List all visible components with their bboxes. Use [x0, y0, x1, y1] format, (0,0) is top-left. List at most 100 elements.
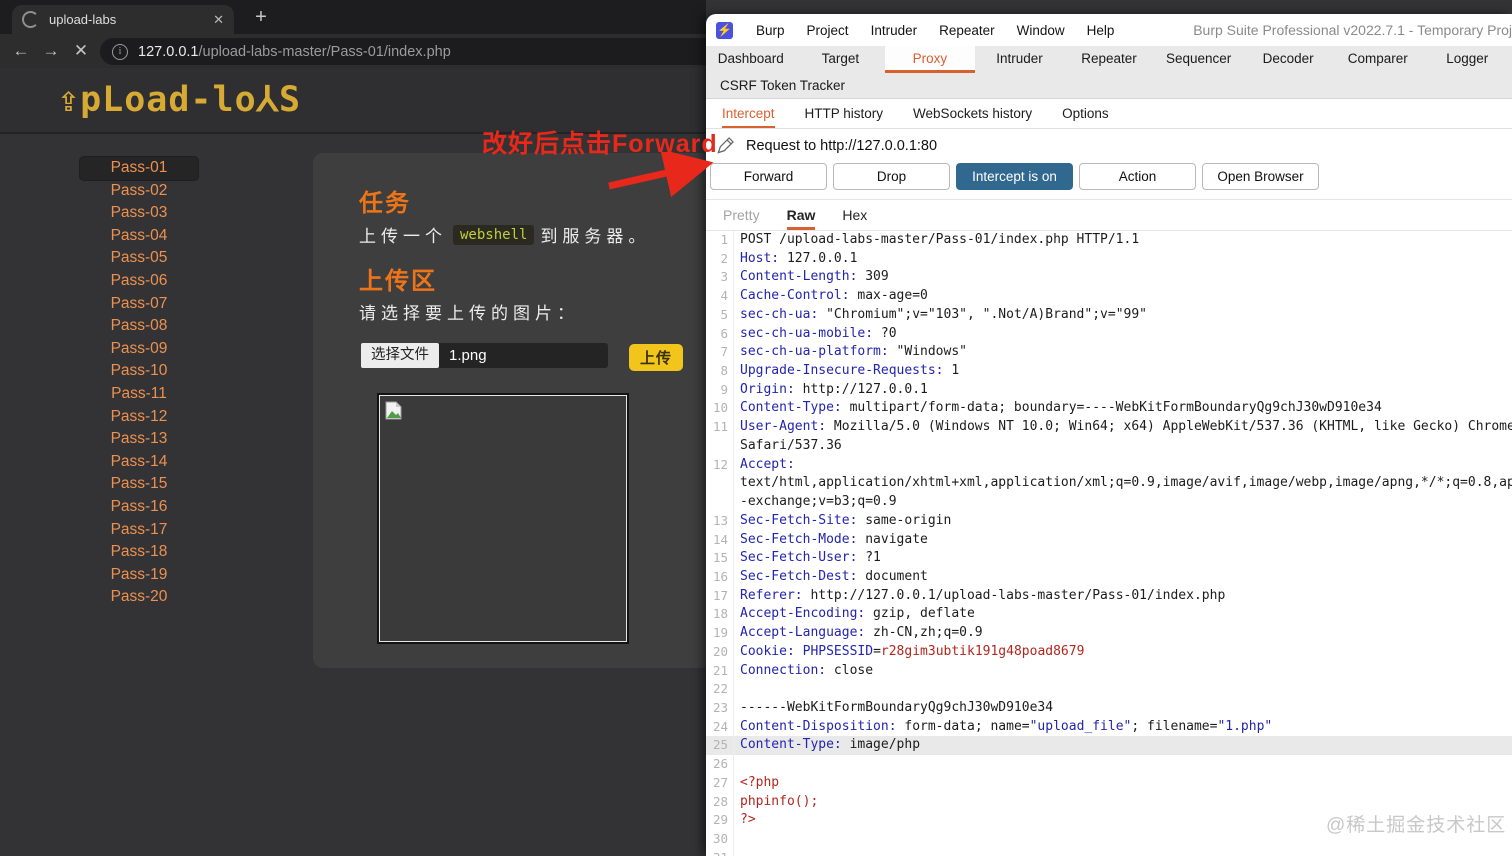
line-number: 24 — [706, 717, 734, 737]
burp-menu-bar: ⚡ Burp Project Intruder Repeater Window Help … — [706, 14, 1512, 46]
request-line: 11 User-Agent: Mozilla/5.0 (Windows NT 10… — [706, 418, 1512, 437]
line-content: Referer: http://127.0.0.1/upload-labs-ma… — [740, 587, 1226, 603]
request-line: 16 Sec-Fetch-Dest: document — [706, 567, 1512, 587]
tab-close-icon[interactable]: ✕ — [213, 12, 224, 28]
sidebar-item-pass-19[interactable]: Pass-19 — [80, 564, 198, 587]
line-number: 16 — [706, 567, 734, 587]
request-label: Request to http://127.0.0.1:80 — [746, 137, 938, 154]
tab-sequencer[interactable]: Sequencer — [1154, 46, 1244, 73]
line-content: <?php — [740, 774, 780, 790]
pencil-icon[interactable] — [716, 136, 735, 155]
sidebar-item-pass-12[interactable]: Pass-12 — [80, 406, 198, 429]
line-number: 26 — [706, 755, 734, 774]
tab-dashboard[interactable]: Dashboard — [706, 46, 796, 73]
sidebar-item-pass-05[interactable]: Pass-05 — [80, 247, 198, 270]
viewtab-hex[interactable]: Hex — [842, 200, 867, 230]
line-content: Content-Length: 309 — [740, 269, 889, 285]
sidebar-item-pass-18[interactable]: Pass-18 — [80, 541, 198, 564]
tab-comparer[interactable]: Comparer — [1333, 46, 1423, 73]
line-number: 17 — [706, 586, 734, 606]
tab-repeater[interactable]: Repeater — [1064, 46, 1154, 73]
subtab-websockets-history[interactable]: WebSockets history — [913, 99, 1032, 128]
request-line: 2 Host: 127.0.0.1 — [706, 249, 1512, 269]
line-content: Content-Type: image/php — [740, 737, 921, 753]
tab-target[interactable]: Target — [796, 46, 886, 73]
intercept-is-on-button[interactable]: Intercept is on — [956, 163, 1073, 190]
sidebar-item-pass-06[interactable]: Pass-06 — [80, 270, 198, 293]
drop-button[interactable]: Drop — [833, 163, 950, 190]
sidebar-item-pass-01[interactable]: Pass-01 — [80, 157, 198, 180]
sidebar-item-pass-20[interactable]: Pass-20 — [80, 586, 198, 609]
request-line: 3 Content-Length: 309 — [706, 268, 1512, 288]
line-number: 29 — [706, 811, 734, 830]
line-content: Cache-Control: max-age=0 — [740, 288, 928, 304]
line-content: Origin: http://127.0.0.1 — [740, 381, 928, 397]
request-line: 22 — [706, 680, 1512, 699]
line-number: 31 — [706, 848, 734, 856]
browser-tab[interactable]: upload-labs ✕ — [12, 5, 234, 34]
line-content: Safari/537.36 — [740, 437, 842, 453]
menu-window[interactable]: Window — [1006, 23, 1076, 38]
sidebar-item-pass-15[interactable]: Pass-15 — [80, 473, 198, 496]
url-bar[interactable]: i 127.0.0.1/upload-labs-master/Pass-01/i… — [100, 38, 706, 65]
browser-tab-strip: upload-labs ✕ + — [0, 0, 706, 34]
line-number: 11 — [706, 418, 734, 437]
line-number — [706, 474, 734, 494]
url-path: /upload-labs-master/Pass-01/index.php — [198, 43, 451, 60]
upload-button[interactable]: 上传 — [629, 344, 684, 371]
line-number: 12 — [706, 455, 734, 475]
sidebar-item-pass-13[interactable]: Pass-13 — [80, 428, 198, 451]
line-number: 28 — [706, 792, 734, 812]
sidebar-item-pass-17[interactable]: Pass-17 — [80, 519, 198, 542]
sidebar-item-pass-10[interactable]: Pass-10 — [80, 360, 198, 383]
subtab-options[interactable]: Options — [1062, 99, 1109, 128]
file-input[interactable]: 选择文件 1.png — [361, 343, 608, 368]
line-content: User-Agent: Mozilla/5.0 (Windows NT 10.0… — [740, 419, 1512, 435]
menu-intruder[interactable]: Intruder — [860, 23, 929, 38]
subtab-http-history[interactable]: HTTP history — [805, 99, 884, 128]
menu-repeater[interactable]: Repeater — [928, 23, 1006, 38]
sidebar-item-pass-16[interactable]: Pass-16 — [80, 496, 198, 519]
line-content: Host: 127.0.0.1 — [740, 250, 858, 266]
tab-logger[interactable]: Logger — [1423, 46, 1512, 73]
raw-request-editor[interactable]: 1 POST /upload-labs-master/Pass-01/index.… — [706, 231, 1512, 856]
request-line: 28 phpinfo(); — [706, 792, 1512, 812]
line-content — [734, 755, 740, 774]
sidebar-item-pass-09[interactable]: Pass-09 — [80, 338, 198, 361]
sidebar-item-pass-03[interactable]: Pass-03 — [80, 202, 198, 225]
menu-help[interactable]: Help — [1076, 23, 1126, 38]
tab-intruder[interactable]: Intruder — [975, 46, 1065, 73]
sidebar-item-pass-08[interactable]: Pass-08 — [80, 315, 198, 338]
open-browser-button[interactable]: Open Browser — [1202, 163, 1319, 190]
viewtab-pretty[interactable]: Pretty — [723, 200, 760, 230]
sidebar-item-pass-04[interactable]: Pass-04 — [80, 225, 198, 248]
tab-csrf-token-tracker[interactable]: CSRF Token Tracker — [706, 73, 1512, 99]
sidebar-item-pass-14[interactable]: Pass-14 — [80, 451, 198, 474]
action-button[interactable]: Action — [1079, 163, 1196, 190]
back-icon[interactable]: ← — [8, 38, 34, 64]
new-tab-button[interactable]: + — [248, 4, 274, 30]
task-text-post: 到服务器。 — [540, 227, 651, 246]
tab-proxy[interactable]: Proxy — [885, 46, 975, 73]
subtab-intercept[interactable]: Intercept — [722, 99, 775, 128]
forward-icon[interactable]: → — [38, 38, 64, 64]
sidebar-item-pass-07[interactable]: Pass-07 — [80, 293, 198, 316]
line-number: 9 — [706, 380, 734, 400]
viewtab-raw[interactable]: Raw — [787, 200, 816, 230]
choose-file-button[interactable]: 选择文件 — [361, 343, 439, 368]
request-line: 10 Content-Type: multipart/form-data; bou… — [706, 399, 1512, 419]
request-line: 31 — [706, 848, 1512, 856]
sidebar-item-pass-02[interactable]: Pass-02 — [80, 180, 198, 203]
line-number: 22 — [706, 680, 734, 699]
request-line: 25 Content-Type: image/php — [706, 736, 1512, 756]
stop-icon[interactable]: ✕ — [68, 38, 94, 64]
menu-burp[interactable]: Burp — [745, 23, 796, 38]
line-number: 6 — [706, 324, 734, 344]
menu-project[interactable]: Project — [796, 23, 860, 38]
tab-decoder[interactable]: Decoder — [1243, 46, 1333, 73]
sidebar-item-pass-11[interactable]: Pass-11 — [80, 383, 198, 406]
request-line: 4 Cache-Control: max-age=0 — [706, 287, 1512, 306]
forward-button[interactable]: Forward — [710, 163, 827, 190]
line-content: phpinfo(); — [740, 793, 819, 809]
site-info-icon[interactable]: i — [112, 43, 128, 60]
